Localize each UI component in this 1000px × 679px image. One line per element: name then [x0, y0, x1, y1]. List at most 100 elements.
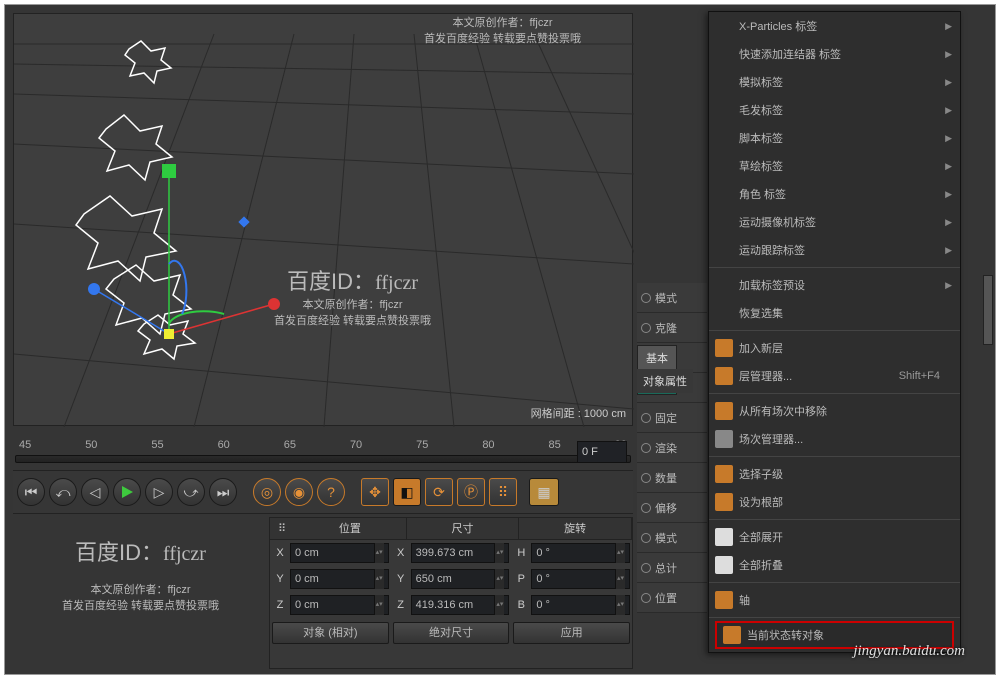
menu-item[interactable]: 脚本标签▶ — [709, 124, 960, 152]
menu-item[interactable]: 场次管理器... — [709, 425, 960, 453]
autokey-button[interactable]: ◉ — [285, 478, 313, 506]
goto-end-button[interactable]: ⏭ — [209, 478, 237, 506]
prev-key-button[interactable]: ⤺ — [49, 478, 77, 506]
menu-item[interactable]: 全部展开 — [709, 523, 960, 551]
attrib-row-label: 位置 — [655, 590, 677, 606]
next-key-button[interactable]: ⤻ — [177, 478, 205, 506]
radio-icon — [641, 293, 651, 303]
menu-item[interactable]: 模拟标签 ▶ — [709, 68, 960, 96]
axis-label: B — [513, 599, 529, 611]
scale-tool-button[interactable]: ◧ — [393, 478, 421, 506]
scene-mgr-icon — [715, 430, 733, 448]
menu-item-label: 加入新层 — [739, 340, 783, 356]
timeline[interactable]: 45505560657075808590 — [13, 435, 633, 465]
attrib-row-label: 克隆 — [655, 320, 677, 336]
coords-apply-button[interactable]: 应用 — [513, 622, 630, 644]
radio-icon — [641, 323, 651, 333]
attrib-row[interactable]: 总计 — [637, 553, 707, 583]
coords-abs-size-button[interactable]: 绝对尺寸 — [393, 622, 510, 644]
submenu-arrow-icon: ▶ — [945, 105, 952, 116]
menu-item[interactable]: 加入新层 — [709, 334, 960, 362]
rotation-field[interactable]: 0 °▴▾ — [531, 595, 630, 615]
submenu-arrow-icon: ▶ — [945, 217, 952, 228]
attrib-row[interactable]: 模式 — [637, 283, 707, 313]
menu-shortcut: Shift+F4 — [899, 370, 940, 382]
menu-item[interactable]: 层管理器...Shift+F4 — [709, 362, 960, 390]
animation-mode-button[interactable]: ▦ — [529, 478, 559, 506]
menu-item[interactable]: 运动摄像机标签 ▶ — [709, 208, 960, 236]
menu-item[interactable]: 选择子级 — [709, 460, 960, 488]
transport-bar: ⏮ ⤺ ◁ ▷ ⤻ ⏭ ◎ ◉ ? ✥ ◧ ⟳ Ⓟ ⠿ ▦ — [13, 470, 633, 514]
rotation-field[interactable]: 0 °▴▾ — [531, 543, 630, 563]
submenu-arrow-icon: ▶ — [945, 161, 952, 172]
object-properties-label: 对象属性 — [637, 369, 693, 393]
menu-item[interactable]: 全部折叠 — [709, 551, 960, 579]
submenu-arrow-icon: ▶ — [945, 189, 952, 200]
watermark-bottom-left: 百度ID：ffjczr 本文原创作者：ffjczr 首发百度经验 转载要点赞投票… — [13, 535, 268, 613]
grid-spacing-label: 网格间距 : 1000 cm — [531, 405, 626, 421]
coords-header-rotation: 旋转 — [519, 518, 632, 539]
menu-item-label: 运动摄像机标签 — [739, 214, 816, 230]
menu-item-label: X-Particles 标签 — [739, 18, 817, 34]
coords-object-mode-button[interactable]: 对象 (相对) — [272, 622, 389, 644]
radio-icon — [641, 413, 651, 423]
menu-item-label: 模拟标签 — [739, 74, 783, 90]
position-field[interactable]: 0 cm▴▾ — [290, 569, 389, 589]
pointlevel-button[interactable]: ⠿ — [489, 478, 517, 506]
attribute-tabs: 基本 坐标 — [637, 345, 677, 371]
timeline-tick: 85 — [549, 439, 561, 451]
menu-item[interactable]: 毛发标签▶ — [709, 96, 960, 124]
attrib-row[interactable]: 偏移 — [637, 493, 707, 523]
viewport-3d[interactable]: 网格间距 : 1000 cm 本文原创作者：ffjczr 首发百度经验 转载要点… — [13, 13, 633, 426]
menu-item[interactable]: 恢复选集 — [709, 299, 960, 327]
menu-item[interactable]: 运动跟踪标签▶ — [709, 236, 960, 264]
menu-item[interactable]: 快速添加连结器 标签▶ — [709, 40, 960, 68]
rotation-field[interactable]: 0 °▴▾ — [531, 569, 630, 589]
menu-item[interactable]: 从所有场次中移除 — [709, 397, 960, 425]
keyframe-sel-button[interactable]: ? — [317, 478, 345, 506]
submenu-arrow-icon: ▶ — [945, 77, 952, 88]
timeline-bar[interactable] — [15, 455, 631, 463]
timeline-tick: 65 — [284, 439, 296, 451]
menu-item-label: 全部折叠 — [739, 557, 783, 573]
menu-item[interactable]: 轴 — [709, 586, 960, 614]
scrollbar-thumb[interactable] — [983, 275, 993, 345]
goto-start-button[interactable]: ⏮ — [17, 478, 45, 506]
menu-item-label: 恢复选集 — [739, 305, 783, 321]
radio-icon — [641, 563, 651, 573]
position-field[interactable]: 0 cm▴▾ — [290, 543, 389, 563]
app-frame: 网格间距 : 1000 cm 本文原创作者：ffjczr 首发百度经验 转载要点… — [4, 4, 996, 675]
attrib-row[interactable]: 位置 — [637, 583, 707, 613]
attrib-row[interactable]: 模式 — [637, 523, 707, 553]
record-button[interactable]: ◎ — [253, 478, 281, 506]
menu-item[interactable]: 加载标签预设▶ — [709, 271, 960, 299]
size-field[interactable]: 650 cm▴▾ — [411, 569, 510, 589]
prev-frame-button[interactable]: ◁ — [81, 478, 109, 506]
current-frame-field[interactable] — [577, 441, 627, 463]
attrib-row[interactable]: 固定 — [637, 403, 707, 433]
attrib-row-label: 总计 — [655, 560, 677, 576]
play-button[interactable] — [113, 478, 141, 506]
move-tool-button[interactable]: ✥ — [361, 478, 389, 506]
size-field[interactable]: 419.316 cm▴▾ — [411, 595, 510, 615]
menu-item[interactable]: 设为根部 — [709, 488, 960, 516]
menu-item[interactable]: 草绘标签▶ — [709, 152, 960, 180]
attrib-row[interactable]: 渲染 — [637, 433, 707, 463]
coords-row: Y0 cm▴▾Y650 cm▴▾P0 °▴▾ — [270, 566, 632, 592]
menu-item-label: 全部展开 — [739, 529, 783, 545]
axis-label: Z — [272, 599, 288, 611]
menu-item[interactable]: 角色 标签▶ — [709, 180, 960, 208]
position-field[interactable]: 0 cm▴▾ — [290, 595, 389, 615]
param-tool-button[interactable]: Ⓟ — [457, 478, 485, 506]
tab-basic[interactable]: 基本 — [637, 345, 677, 371]
axis-label: P — [513, 573, 529, 585]
menu-item-label: 轴 — [739, 592, 750, 608]
attrib-row[interactable]: 数量 — [637, 463, 707, 493]
next-frame-button[interactable]: ▷ — [145, 478, 173, 506]
expand-icon — [715, 528, 733, 546]
attrib-row-label: 偏移 — [655, 500, 677, 516]
menu-item[interactable]: X-Particles 标签▶ — [709, 12, 960, 40]
size-field[interactable]: 399.673 cm▴▾ — [411, 543, 510, 563]
attrib-row[interactable]: 克隆 — [637, 313, 707, 343]
rotate-tool-button[interactable]: ⟳ — [425, 478, 453, 506]
